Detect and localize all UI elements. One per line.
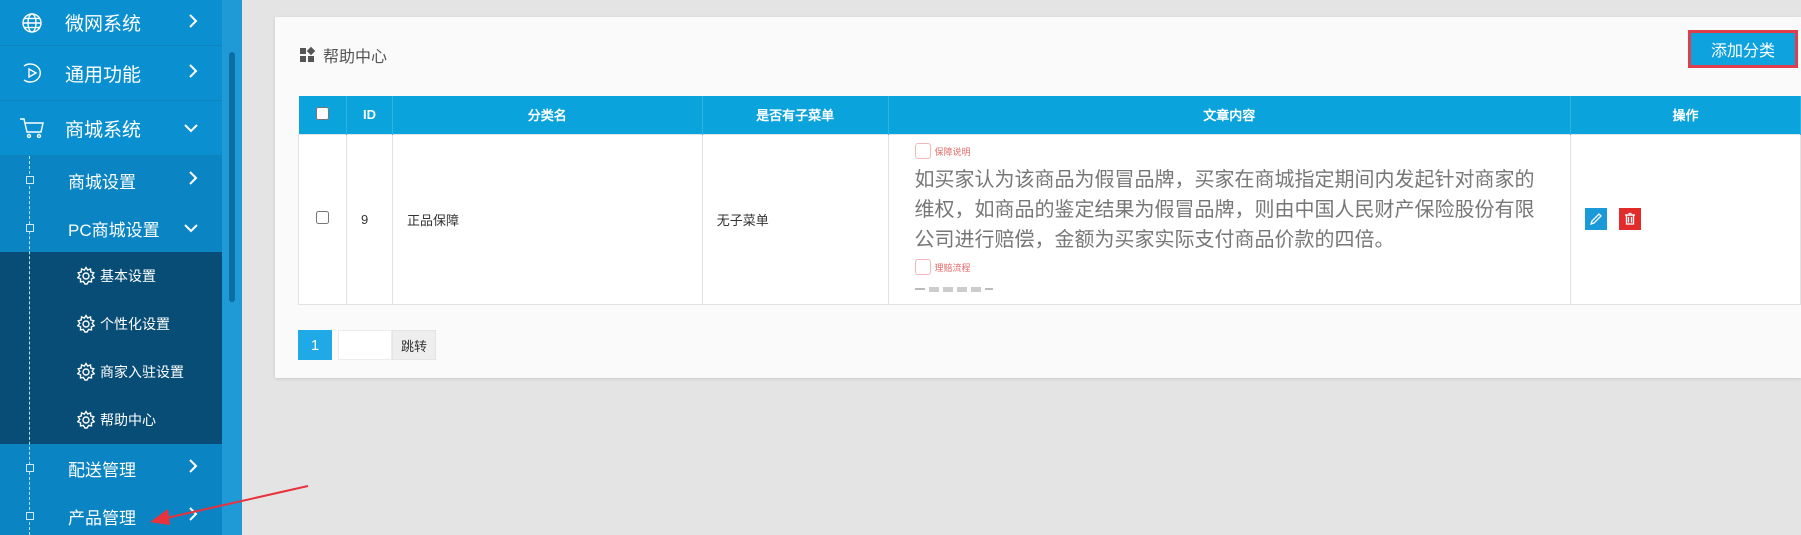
gear-icon bbox=[76, 362, 96, 382]
sidebar-item-general[interactable]: 通用功能 bbox=[0, 46, 222, 101]
row-select-cell bbox=[298, 133, 347, 305]
chevron-down-icon bbox=[184, 117, 198, 139]
sidebar-item-mall[interactable]: 商城系统 bbox=[0, 101, 222, 156]
globe-icon bbox=[15, 12, 49, 34]
page-title-text: 帮助中心 bbox=[323, 49, 388, 66]
shield-icon bbox=[914, 143, 931, 159]
play-circle-icon bbox=[15, 62, 49, 84]
has-submenu-cell: 无子菜单 bbox=[701, 133, 889, 305]
chevron-right-icon bbox=[188, 458, 198, 478]
category-table: ID 分类名 是否有子菜单 文章内容 操作 9 正品保障 无子菜单 保障说明 如… bbox=[298, 96, 1801, 305]
sidebar-item-weiwang[interactable]: 微网系统 bbox=[0, 0, 222, 46]
tree-node bbox=[26, 464, 34, 472]
column-header: 文章内容 bbox=[888, 96, 1572, 134]
content-tag-label: 保障说明 bbox=[934, 146, 971, 157]
column-header: 分类名 bbox=[392, 96, 703, 134]
page-jump-input[interactable] bbox=[338, 330, 392, 360]
tree-node bbox=[26, 512, 34, 520]
page-number[interactable]: 1 bbox=[298, 330, 332, 360]
add-category-button[interactable]: 添加分类 bbox=[1688, 30, 1798, 68]
help-center-panel: 帮助中心 添加分类 ID 分类名 是否有子菜单 文章内容 操作 9 正品保障 无… bbox=[275, 17, 1801, 378]
column-header: 操作 bbox=[1570, 96, 1801, 134]
sidebar-item-label: 通用功能 bbox=[65, 64, 142, 86]
sidebar-item-label: 产品管理 bbox=[68, 508, 136, 528]
content-tag-label: 理赔流程 bbox=[934, 262, 971, 273]
content-tag: 保障说明 bbox=[914, 143, 1551, 159]
chevron-right-icon bbox=[188, 170, 198, 190]
mall-submenu: 商城设置 PC商城设置 基本设置 个性化设置 商家入驻设置 帮助中心 配送管理 … bbox=[0, 156, 222, 535]
pc-mall-submenu: 基本设置 个性化设置 商家入驻设置 帮助中心 bbox=[0, 252, 222, 444]
page-title: 帮助中心 bbox=[299, 43, 387, 67]
tree-node bbox=[26, 176, 34, 184]
sidebar-item-label: 基本设置 bbox=[100, 268, 156, 284]
cart-icon bbox=[15, 117, 49, 139]
sidebar: 微网系统 通用功能 商城系统 商城设置 PC商城设置 基本设置 个性化设置 商家… bbox=[0, 0, 222, 535]
article-paragraph: 如买家认为该商品为假冒品牌，买家在商城指定期间内发起针对商家的维权，如商品的鉴定… bbox=[914, 169, 1535, 251]
column-header: 是否有子菜单 bbox=[702, 96, 889, 134]
sidebar-item-label: 商家入驻设置 bbox=[100, 364, 184, 380]
flow-diagram-thumbnail bbox=[914, 287, 993, 292]
gear-icon bbox=[76, 266, 96, 286]
chevron-down-icon bbox=[184, 218, 198, 238]
chevron-right-icon bbox=[188, 506, 198, 526]
sidebar-item-label: 微网系统 bbox=[65, 14, 142, 35]
sidebar-item-products[interactable]: 产品管理 bbox=[0, 492, 222, 535]
sidebar-scrollbar-thumb[interactable] bbox=[229, 52, 235, 302]
content-tag: 理赔流程 bbox=[914, 259, 1551, 275]
sidebar-item-personalization[interactable]: 个性化设置 bbox=[0, 300, 222, 348]
gear-icon bbox=[76, 314, 96, 334]
gear-icon bbox=[76, 410, 96, 430]
sidebar-item-label: 商城系统 bbox=[65, 119, 142, 141]
sidebar-item-help-center[interactable]: 帮助中心 bbox=[0, 396, 222, 444]
tree-node bbox=[26, 224, 34, 232]
sidebar-item-merchant-settings[interactable]: 商家入驻设置 bbox=[0, 348, 222, 396]
actions-cell bbox=[1570, 133, 1801, 305]
sidebar-item-label: 帮助中心 bbox=[100, 412, 156, 428]
id-cell: 9 bbox=[345, 133, 393, 305]
select-all-checkbox[interactable] bbox=[315, 106, 329, 120]
pagination: 1 跳转 bbox=[298, 330, 437, 360]
page-jump-button[interactable]: 跳转 bbox=[392, 330, 437, 360]
table-header-row: ID 分类名 是否有子菜单 文章内容 操作 bbox=[298, 96, 1801, 134]
select-all-header bbox=[298, 96, 347, 134]
sidebar-item-delivery[interactable]: 配送管理 bbox=[0, 444, 222, 492]
column-header: ID bbox=[346, 96, 393, 134]
sidebar-item-label: 个性化设置 bbox=[100, 316, 170, 332]
category-name-cell: 正品保障 bbox=[391, 133, 703, 305]
sidebar-item-label: 配送管理 bbox=[68, 460, 136, 480]
chevron-right-icon bbox=[188, 12, 198, 34]
sidebar-item-label: 商城设置 bbox=[68, 172, 136, 192]
chevron-right-icon bbox=[188, 62, 198, 84]
shield-icon bbox=[914, 259, 931, 275]
sidebar-item-basic-settings[interactable]: 基本设置 bbox=[0, 252, 222, 300]
grid-icon bbox=[299, 47, 315, 63]
row-checkbox[interactable] bbox=[315, 211, 329, 224]
sidebar-item-label: PC商城设置 bbox=[68, 220, 160, 240]
trash-icon[interactable] bbox=[1619, 208, 1642, 230]
table-row: 9 正品保障 无子菜单 保障说明 如买家认为该商品为假冒品牌，买家在商城指定期间… bbox=[298, 133, 1801, 305]
article-content-cell: 保障说明 如买家认为该商品为假冒品牌，买家在商城指定期间内发起针对商家的维权，如… bbox=[887, 133, 1572, 305]
sidebar-item-pc-mall-settings[interactable]: PC商城设置 bbox=[0, 204, 222, 252]
sidebar-item-mall-settings[interactable]: 商城设置 bbox=[0, 156, 222, 204]
edit-icon[interactable] bbox=[1585, 208, 1608, 230]
